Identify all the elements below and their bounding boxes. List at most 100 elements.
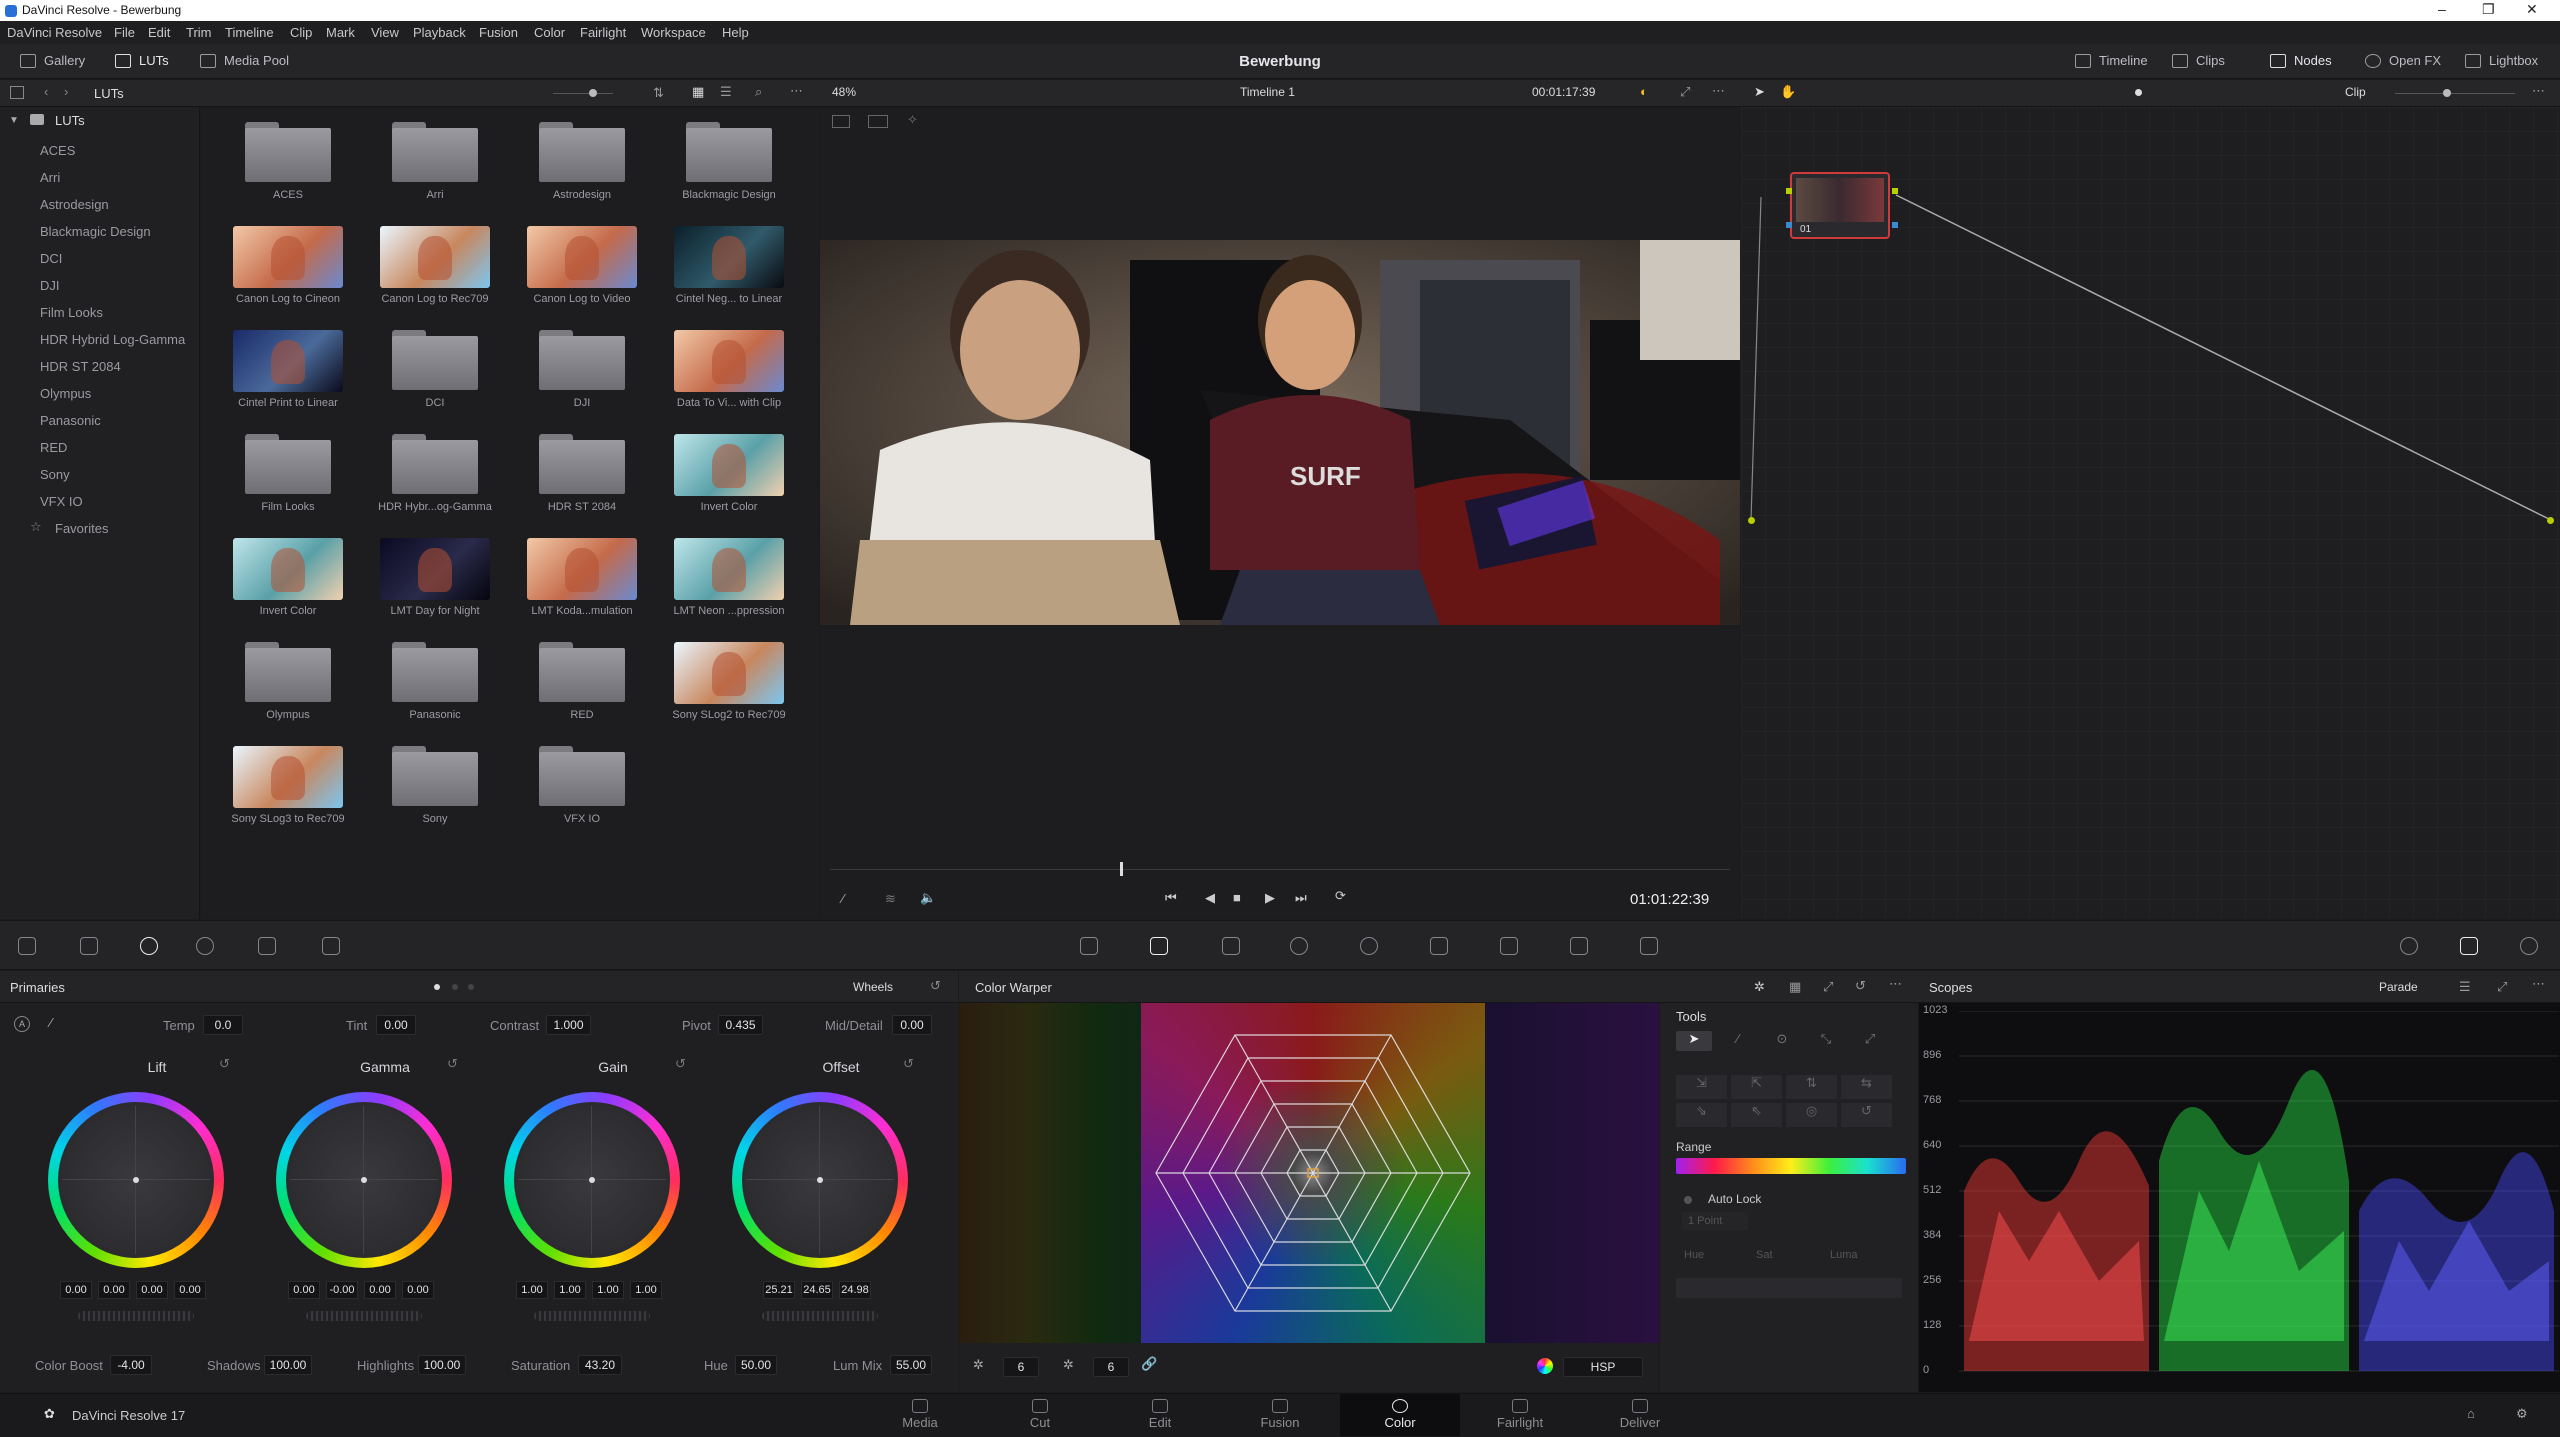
pin-single-icon[interactable]: ⊙ (1764, 1031, 1800, 1051)
wheel-value-field[interactable]: 0.00 (174, 1281, 206, 1299)
page-dot[interactable] (468, 984, 474, 990)
page-color[interactable]: Color (1340, 1394, 1460, 1436)
saturation-field[interactable]: 43.20 (578, 1355, 622, 1375)
viewer-options-icon[interactable]: ⋯ (1712, 83, 1725, 99)
hue-grid-dropdown[interactable]: 6 (1003, 1357, 1039, 1377)
wheel-puck[interactable] (361, 1177, 367, 1183)
zoom-dropdown[interactable]: 48% (832, 85, 856, 99)
scopes-icon[interactable] (2460, 937, 2478, 955)
menu-color[interactable]: Color (534, 25, 565, 40)
warper-canvas[interactable] (959, 1003, 1659, 1343)
wheel-value-field[interactable]: 0.00 (136, 1281, 168, 1299)
node-output[interactable] (1892, 188, 1898, 194)
range-gradient[interactable] (1676, 1158, 1906, 1174)
node-editor[interactable]: 01 (1741, 107, 2560, 919)
search-icon[interactable]: ⌕ (755, 84, 762, 100)
lut-item[interactable]: Invert Color (642, 419, 789, 523)
lut-tree-item[interactable]: DJI (40, 278, 60, 293)
wheel-value-field[interactable]: 24.65 (801, 1281, 833, 1299)
lut-tree-item[interactable]: Film Looks (40, 305, 103, 320)
node-options-icon[interactable]: ⋯ (2532, 83, 2545, 99)
node-key-input[interactable] (1786, 222, 1792, 228)
menu-fairlight[interactable]: Fairlight (580, 25, 626, 40)
color-wheel[interactable] (732, 1092, 908, 1268)
split-screen-icon[interactable] (868, 115, 888, 128)
color-boost-field[interactable]: -4.00 (110, 1355, 152, 1375)
go-to-start-icon[interactable]: ⏮ (1165, 890, 1177, 906)
window-icon[interactable] (1290, 937, 1308, 955)
page-edit[interactable]: Edit (1120, 1396, 1200, 1430)
hue-field[interactable]: 50.00 (735, 1355, 777, 1375)
lut-item[interactable]: Sony SLog2 to Rec709 (642, 627, 789, 731)
scope-options-icon[interactable]: ⋯ (2532, 976, 2545, 992)
warper-reset-icon[interactable]: ↺ (1855, 978, 1866, 994)
list-view-icon[interactable]: ☰ (720, 84, 732, 100)
loop-icon[interactable]: ⟳ (1335, 888, 1346, 904)
page-dot-active[interactable] (434, 984, 440, 990)
wheel-reset-icon[interactable]: ↺ (219, 1056, 230, 1072)
thumb-size-knob[interactable] (589, 89, 597, 97)
lut-tree-item[interactable]: HDR ST 2084 (40, 359, 121, 374)
wheel-value-field[interactable]: 0.00 (60, 1281, 92, 1299)
menu-davinci-resolve[interactable]: DaVinci Resolve (7, 25, 102, 40)
layers-icon[interactable]: ≋ (885, 891, 896, 907)
go-to-end-icon[interactable]: ⏭ (1295, 890, 1307, 906)
video-frame[interactable]: SURF (820, 240, 1740, 625)
menu-mark[interactable]: Mark (326, 25, 355, 40)
tool-button-icon[interactable]: ⇲ (1676, 1075, 1727, 1099)
wheel-value-field[interactable]: 1.00 (554, 1281, 586, 1299)
node-input[interactable] (1786, 188, 1792, 194)
temp-field[interactable]: 0.0 (203, 1015, 243, 1035)
color-wheel[interactable] (504, 1092, 680, 1268)
tool-button-icon[interactable]: ⇅ (1786, 1075, 1837, 1099)
node-mode-dropdown[interactable]: Clip (2345, 85, 2366, 99)
lut-item[interactable]: LMT Day for Night (348, 523, 495, 627)
magic-mask-icon[interactable] (1430, 937, 1448, 955)
color-wheel[interactable] (48, 1092, 224, 1268)
lut-tree-item[interactable]: Panasonic (40, 413, 101, 428)
lut-tree-item[interactable]: Sony (40, 467, 70, 482)
warper-expand-icon[interactable]: ⤢ (1823, 979, 1833, 995)
color-match-icon[interactable] (80, 937, 98, 955)
wheel-value-field[interactable]: 25.21 (763, 1281, 795, 1299)
maximize-button[interactable]: ❐ (2482, 1, 2495, 18)
warper-grid-icon[interactable]: ▦ (1789, 979, 1801, 995)
hdr-wheels-icon[interactable] (196, 937, 214, 955)
tool-button-icon[interactable]: ⇆ (1841, 1075, 1892, 1099)
more-options-icon[interactable]: ⋯ (790, 83, 803, 99)
sort-icon[interactable]: ⇅ (653, 85, 664, 101)
chevron-down-icon[interactable]: ▼ (9, 115, 19, 126)
wheel-value-field[interactable]: 1.00 (516, 1281, 548, 1299)
lut-item[interactable]: Sony (348, 731, 495, 835)
picker-icon[interactable]: ⁄ (50, 1015, 52, 1030)
motion-effects-icon[interactable] (322, 937, 340, 955)
scrubber-track[interactable] (830, 869, 1730, 870)
wheel-value-field[interactable]: -0.00 (326, 1281, 358, 1299)
pin-actions-bar[interactable] (1676, 1278, 1902, 1298)
corrector-node[interactable]: 01 (1790, 172, 1890, 239)
wheel-reset-icon[interactable]: ↺ (903, 1056, 914, 1072)
node-key-output[interactable] (1892, 222, 1898, 228)
lut-item[interactable]: HDR ST 2084 (495, 419, 642, 523)
nodes-toggle[interactable]: Nodes (2270, 53, 2332, 68)
page-fusion[interactable]: Fusion (1240, 1396, 1320, 1430)
menu-view[interactable]: View (371, 25, 399, 40)
lut-tree-root[interactable]: LUTs (55, 113, 85, 128)
lut-item[interactable]: DJI (495, 315, 642, 419)
sizing-icon[interactable] (1640, 937, 1658, 955)
lut-item[interactable]: Canon Log to Video (495, 211, 642, 315)
lut-item[interactable]: Cintel Neg... to Linear (642, 211, 789, 315)
color-picker-icon[interactable]: ⁄ (842, 891, 844, 906)
wheel-puck[interactable] (133, 1177, 139, 1183)
scope-mode-dropdown[interactable]: Parade (2379, 980, 2418, 994)
forward-arrow-icon[interactable]: › (64, 84, 68, 99)
color-wheel[interactable] (276, 1092, 452, 1268)
thumb-size-slider[interactable] (553, 93, 613, 94)
qualifier-icon[interactable] (1222, 937, 1240, 955)
wheel-value-field[interactable]: 1.00 (592, 1281, 624, 1299)
tracker-icon[interactable] (1360, 937, 1378, 955)
tool-button-icon[interactable]: ⇱ (1731, 1075, 1782, 1099)
menu-timeline[interactable]: Timeline (225, 25, 274, 40)
lut-tree-favorites[interactable]: Favorites (55, 521, 108, 536)
output-dot[interactable] (2547, 517, 2554, 524)
